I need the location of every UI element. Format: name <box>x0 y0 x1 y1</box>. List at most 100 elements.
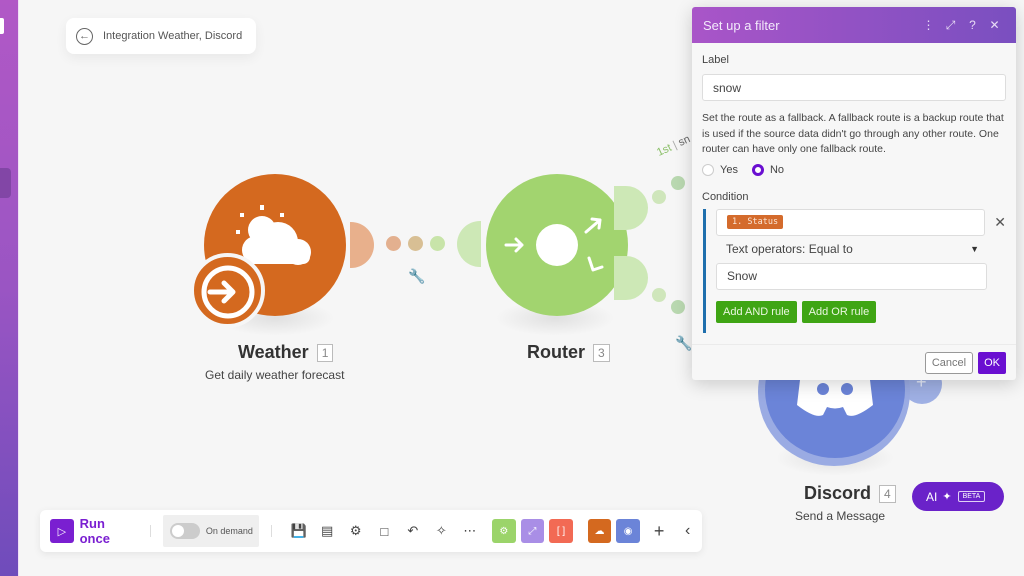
node-name: Discord <box>804 483 872 503</box>
undo-icon[interactable]: ↶ <box>399 523 428 539</box>
node-number: 1 <box>316 343 334 362</box>
node-subtitle: Get daily weather forecast <box>205 368 345 382</box>
connection-dot <box>386 236 401 251</box>
run-once-label[interactable]: Run once <box>80 516 138 546</box>
discord-title: Discord 4 <box>804 483 896 504</box>
label-caption: Label <box>702 54 729 66</box>
node-number: 3 <box>593 343 610 362</box>
operator-select[interactable]: Text operators: Equal to ▼ <box>716 236 987 263</box>
discord-module-button[interactable]: ◉ <box>616 519 640 543</box>
node-number: 4 <box>879 484 896 503</box>
route-dot <box>652 288 666 302</box>
notes-icon[interactable]: □ <box>370 524 399 539</box>
node-name: Weather <box>238 342 309 362</box>
save-icon[interactable]: 💾 <box>284 523 313 539</box>
schedule-control[interactable]: On demand <box>162 515 260 547</box>
fallback-no-radio[interactable] <box>751 163 764 176</box>
route-dot <box>671 300 685 314</box>
field-tag[interactable]: 1. Status <box>727 215 784 229</box>
ai-label: AI <box>926 489 938 504</box>
weather-module-button[interactable]: ☁ <box>587 519 612 543</box>
arrow-left-circle-icon[interactable]: ← <box>76 27 93 45</box>
close-icon[interactable]: ✕ <box>984 18 1005 32</box>
ok-button[interactable]: OK <box>978 351 1006 374</box>
operator-value: Text operators: Equal to <box>726 242 853 256</box>
divider <box>149 525 151 537</box>
settings-icon[interactable]: ⚙ <box>341 523 370 539</box>
label-input[interactable]: snow <box>702 74 1006 101</box>
condition-bar <box>703 208 706 333</box>
run-once-button[interactable]: ▷ <box>50 519 74 543</box>
route-label[interactable]: 1st | sn <box>655 133 692 159</box>
bottom-toolbar: ▷ Run once On demand 💾 ▤ ⚙ □ ↶ ✧ ⋯ ⚙ ⤢ [… <box>40 510 702 552</box>
flow-control-icon: ⤢ <box>528 525 537 537</box>
add-or-rule-button[interactable]: Add OR rule <box>801 300 877 323</box>
expand-icon[interactable]: ⤢ <box>940 18 961 33</box>
condition-value: Snow <box>727 269 758 283</box>
condition-value-input[interactable]: Snow <box>716 262 987 290</box>
play-icon: ▷ <box>57 525 67 538</box>
arrow-right-icon <box>201 265 255 319</box>
sparkle-icon: ✦ <box>942 491 952 503</box>
gear-icon: ⚙ <box>499 525 509 537</box>
text-parser-module-button[interactable]: [ ] <box>549 519 573 543</box>
label-value: snow <box>713 80 742 95</box>
condition-caption: Condition <box>702 190 749 203</box>
weather-title: Weather 1 <box>238 342 334 363</box>
router-input-connector[interactable] <box>457 221 481 267</box>
router-output-connector-2[interactable] <box>614 256 648 300</box>
sidebar-indicator[interactable] <box>0 18 4 34</box>
condition-field-input[interactable]: 1. Status <box>716 208 986 236</box>
breadcrumb: ← Integration Weather, Discord <box>66 18 256 54</box>
route-dot <box>671 176 685 190</box>
node-subtitle: Send a Message <box>795 509 886 523</box>
fallback-no-label[interactable]: No <box>770 164 784 176</box>
connection-dot <box>408 236 423 251</box>
router-icon <box>504 217 604 272</box>
fallback-radio-group: Yes No <box>702 163 1006 176</box>
fallback-help-text: Set the route as a fallback. A fallback … <box>702 112 1004 155</box>
panel-title: Set up a filter <box>703 17 780 33</box>
route-dot <box>652 190 666 204</box>
more-vertical-icon[interactable]: ⋮ <box>918 18 939 32</box>
chevron-left-icon[interactable]: ‹ <box>673 522 702 540</box>
more-icon[interactable]: ⋯ <box>456 523 485 539</box>
delete-condition-icon[interactable]: ✕ <box>994 214 1006 231</box>
tools-module-button[interactable]: ⚙ <box>492 519 516 543</box>
cloud-icon: ☁ <box>594 525 605 537</box>
divider <box>271 525 273 537</box>
caret-down-icon: ▼ <box>970 244 979 254</box>
scenario-title[interactable]: Integration Weather, Discord <box>103 30 242 42</box>
beta-badge: BETA <box>957 491 986 502</box>
sidebar-edge <box>18 0 19 576</box>
flow-control-module-button[interactable]: ⤢ <box>520 519 545 543</box>
auto-align-icon[interactable]: ▤ <box>313 523 342 539</box>
discord-icon <box>797 376 873 416</box>
help-icon[interactable]: ? <box>962 18 983 32</box>
filter-panel: Set up a filter ⋮ ⤢ ? ✕ Label snow Set t… <box>692 7 1016 380</box>
ai-assistant-button[interactable]: AI ✦ BETA <box>912 482 1004 511</box>
plus-icon[interactable]: + <box>645 521 674 542</box>
left-sidebar <box>0 0 19 576</box>
fallback-yes-label[interactable]: Yes <box>720 164 738 176</box>
schedule-toggle[interactable] <box>169 523 200 539</box>
fallback-yes-radio[interactable] <box>702 163 714 176</box>
panel-footer: Cancel OK <box>692 344 1016 380</box>
schedule-label: On demand <box>205 526 253 536</box>
condition-group: 1. Status ✕ Text operators: Equal to ▼ S… <box>702 208 1006 333</box>
cancel-button[interactable]: Cancel <box>924 351 974 374</box>
magic-wand-icon[interactable]: ✧ <box>427 523 456 539</box>
route-order: 1st <box>655 141 674 159</box>
discord-icon: ◉ <box>623 525 633 537</box>
panel-header: Set up a filter ⋮ ⤢ ? ✕ <box>692 7 1016 43</box>
router-output-connector-1[interactable] <box>614 186 648 230</box>
router-title: Router 3 <box>527 342 610 363</box>
node-name: Router <box>527 342 585 362</box>
sidebar-handle[interactable] <box>0 168 11 198</box>
connection-dot <box>430 236 445 251</box>
text-parser-icon: [ ] <box>556 525 566 537</box>
add-and-rule-button[interactable]: Add AND rule <box>716 300 797 323</box>
wrench-icon[interactable]: 🔧 <box>408 268 425 285</box>
weather-connector[interactable] <box>350 222 374 268</box>
wrench-icon[interactable]: 🔧 <box>675 335 692 352</box>
